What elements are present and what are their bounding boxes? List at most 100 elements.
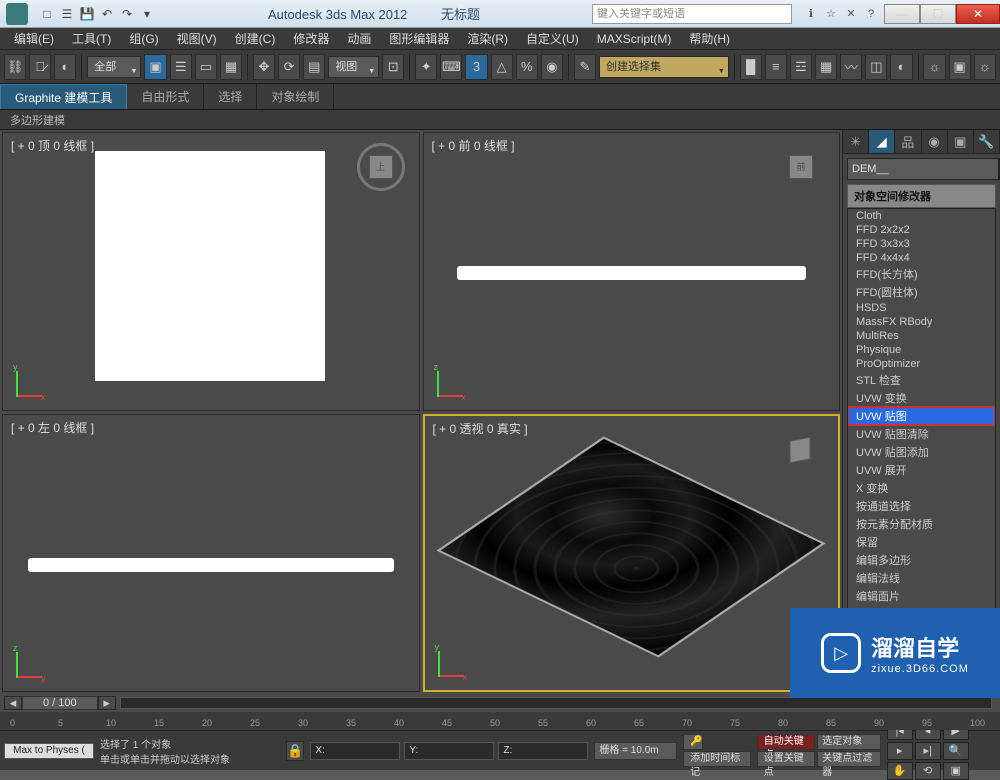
select-region-button[interactable]: ▭ [195,54,217,80]
coord-x-field[interactable]: X: [310,742,400,760]
viewport-top[interactable]: [ + 0 顶 0 线框 ] 上 xy [2,132,420,411]
mirror-button[interactable]: ▐▌ [740,54,762,80]
ref-coord-dropdown[interactable]: 视图 [328,56,379,78]
menu-customize[interactable]: 自定义(U) [518,30,587,47]
minimize-button[interactable]: — [884,4,920,24]
angle-snap-button[interactable]: △ [491,54,513,80]
modifier-item[interactable]: UVW 展开 [848,461,995,479]
modifier-item[interactable]: FFD 3x3x3 [848,237,995,251]
menu-modifiers[interactable]: 修改器 [285,30,337,47]
curve-editor-button[interactable]: 〰 [840,54,862,80]
scale-button[interactable]: ▤ [303,54,325,80]
object-name-field[interactable] [847,158,999,180]
set-key-button[interactable]: 设置关键点 [757,751,816,767]
ribbon-tab-graphite[interactable]: Graphite 建模工具 [0,84,127,109]
render-button[interactable]: ☼ [974,54,996,80]
modifier-item[interactable]: 编辑面片 [848,587,995,605]
modifier-item[interactable]: 按元素分配材质 [848,515,995,533]
menu-create[interactable]: 创建(C) [227,30,284,47]
menu-animation[interactable]: 动画 [339,30,379,47]
modifier-item[interactable]: UVW 贴图添加 [848,443,995,461]
modifier-item[interactable]: UVW 变换 [848,389,995,407]
modifier-item[interactable]: FFD(圆柱体) [848,283,995,301]
time-slider-track[interactable] [120,697,992,709]
render-frame-button[interactable]: ▣ [949,54,971,80]
app-icon[interactable] [6,3,28,25]
qat-redo-icon[interactable]: ↷ [118,5,136,23]
infocenter-icon[interactable]: ℹ [802,5,820,23]
select-button[interactable]: ▣ [144,54,166,80]
modifier-item[interactable]: Physique [848,343,995,357]
unlink-icon[interactable]: ⛓̷ [29,54,51,80]
qat-save-icon[interactable]: 💾 [78,5,96,23]
modifier-item[interactable]: HSDS [848,301,995,315]
max-toggle-icon[interactable]: ▣ [943,762,969,780]
modifier-item[interactable]: FFD 4x4x4 [848,251,995,265]
frame-indicator[interactable]: 0 / 100 [22,696,98,710]
maximize-button[interactable]: ☐ [920,4,956,24]
key-filter-button[interactable]: 关键点过滤器 [817,751,880,767]
render-setup-button[interactable]: ☼ [923,54,945,80]
viewport-persp-label[interactable]: [ + 0 透视 0 真实 ] [433,420,528,437]
modifier-item[interactable]: MultiRes [848,329,995,343]
auto-key-button[interactable]: 自动关键点 [757,734,816,750]
keyboard-shortcut-button[interactable]: ⌨ [440,54,462,80]
menu-view[interactable]: 视图(V) [169,30,225,47]
pivot-button[interactable]: ⊡ [382,54,404,80]
object-plane-top[interactable] [95,151,325,381]
orbit-icon[interactable]: ⟲ [915,762,941,780]
modifier-item[interactable]: ProOptimizer [848,357,995,371]
cmd-tab-motion-icon[interactable]: ◉ [922,130,948,153]
lock-selection-icon[interactable]: 🔒 [286,741,304,761]
cmd-tab-utilities-icon[interactable]: 🔧 [974,130,1000,153]
viewport-left-label[interactable]: [ + 0 左 0 线框 ] [11,419,94,436]
signin-icon[interactable]: ☆ [822,5,840,23]
selection-filter-dropdown[interactable]: 全部 [87,56,141,78]
modifier-item[interactable]: 按通道选择 [848,497,995,515]
viewport-front-label[interactable]: [ + 0 前 0 线框 ] [432,137,515,154]
menu-group[interactable]: 组(G) [121,30,166,47]
window-crossing-button[interactable]: ▦ [220,54,242,80]
move-button[interactable]: ✥ [253,54,275,80]
modifier-list-header[interactable]: 对象空间修改器 [847,184,996,208]
edit-named-sel-button[interactable]: ✎ [574,54,596,80]
help-icon[interactable]: ? [862,5,880,23]
modifier-item[interactable]: 编辑多边形 [848,551,995,569]
viewport-left[interactable]: [ + 0 左 0 线框 ] yz [2,414,420,693]
schematic-button[interactable]: ◫ [865,54,887,80]
viewcube-persp[interactable] [776,426,824,474]
select-name-button[interactable]: ☰ [170,54,192,80]
modifier-item[interactable]: 保留 [848,533,995,551]
named-selection-dropdown[interactable]: 创建选择集 [599,56,729,78]
modifier-item[interactable]: UVW 贴图 [848,407,995,425]
exchange-icon[interactable]: ✕ [842,5,860,23]
spinner-snap-button[interactable]: ◉ [541,54,563,80]
viewcube-front[interactable]: 前 [777,143,825,191]
object-plane-front[interactable] [457,266,806,280]
cmd-tab-modify-icon[interactable]: ◢ [869,130,895,153]
modifier-item[interactable]: MassFX RBody [848,315,995,329]
object-plane-left[interactable] [28,558,394,572]
time-prev-button[interactable]: ◂ [4,696,22,710]
bind-icon[interactable]: ◐ [54,54,76,80]
ribbon-tab-freeform[interactable]: 自由形式 [127,84,204,109]
menu-help[interactable]: 帮助(H) [681,30,738,47]
qat-undo-icon[interactable]: ↶ [98,5,116,23]
modifier-item[interactable]: Cloth [848,209,995,223]
ribbon-tab-objectpaint[interactable]: 对象绘制 [257,84,334,109]
material-editor-button[interactable]: ◐ [890,54,912,80]
zoom-icon[interactable]: 🔍 [943,742,969,760]
viewport-top-label[interactable]: [ + 0 顶 0 线框 ] [11,137,94,154]
coord-z-field[interactable]: Z: [498,742,588,760]
modifier-item[interactable]: FFD 2x2x2 [848,223,995,237]
menu-maxscript[interactable]: MAXScript(M) [589,32,680,46]
viewport-perspective[interactable]: [ + 0 透视 0 真实 ] xy [423,414,841,693]
modifier-item[interactable]: UVW 贴图清除 [848,425,995,443]
menu-tools[interactable]: 工具(T) [64,30,119,47]
time-next-button[interactable]: ▸ [98,696,116,710]
ribbon-tab-selection[interactable]: 选择 [204,84,257,109]
cmd-tab-display-icon[interactable]: ▣ [948,130,974,153]
ribbon-toggle-button[interactable]: ▦ [815,54,837,80]
maxscript-mini-button[interactable]: Max to Physes ( [4,743,94,759]
menu-grapheditors[interactable]: 图形编辑器 [381,30,457,47]
